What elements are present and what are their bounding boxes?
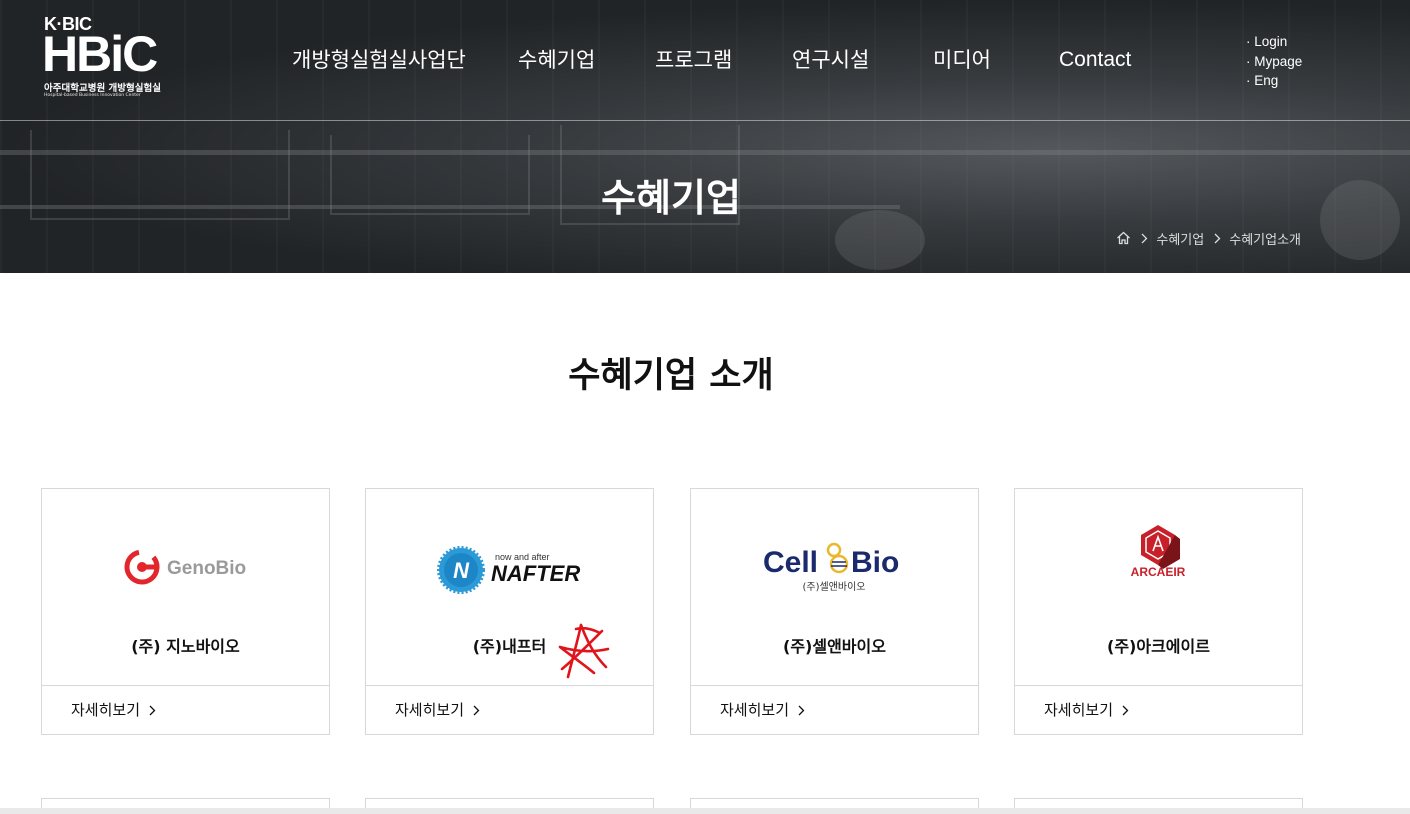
chevron-right-icon bbox=[798, 705, 805, 715]
home-icon[interactable] bbox=[1116, 231, 1131, 245]
company-card[interactable]: ARCAEIR (주)아크에이르 자세히보기 bbox=[1014, 488, 1303, 735]
login-link[interactable]: · Login bbox=[1246, 32, 1302, 52]
breadcrumb-item[interactable]: 수혜기업 bbox=[1156, 229, 1204, 248]
view-details-label: 자세히보기 bbox=[395, 701, 465, 719]
company-card[interactable]: N now and after NAFTER (주)내프터 자세히보기 bbox=[365, 488, 654, 735]
company-name: (주)셀앤바이오 bbox=[783, 637, 886, 656]
nav-item-open-lab[interactable]: 개방형실험실사업단 bbox=[292, 44, 466, 76]
cellbio-logo-left: Cell bbox=[763, 546, 818, 579]
chevron-right-icon bbox=[1122, 705, 1129, 715]
company-logo: ARCAEIR bbox=[1015, 489, 1302, 629]
cellbio-logo-sub: (주)셀앤바이오 bbox=[802, 581, 865, 593]
site-logo[interactable]: K·BIC HBiC 아주대학교병원 개방형실험실 Hospital-based… bbox=[42, 14, 174, 100]
utility-menu: · Login · Mypage · Eng bbox=[1246, 32, 1302, 91]
logo-subtitle-ko: 아주대학교병원 개방형실험실 bbox=[44, 83, 161, 94]
company-logo: GenoBio bbox=[42, 489, 329, 629]
card-divider bbox=[1015, 685, 1302, 686]
card-divider bbox=[691, 685, 978, 686]
card-divider bbox=[42, 685, 329, 686]
language-link[interactable]: · Eng bbox=[1246, 71, 1302, 91]
star-icon bbox=[554, 621, 614, 685]
view-details-link[interactable]: 자세히보기 bbox=[71, 699, 156, 721]
card-divider bbox=[366, 685, 653, 686]
hero-banner: K·BIC HBiC 아주대학교병원 개방형실험실 Hospital-based… bbox=[0, 0, 1410, 273]
genobio-logo-text: GenoBio bbox=[167, 558, 246, 579]
cellbio-logo-right: Bio bbox=[851, 546, 899, 579]
view-details-link[interactable]: 자세히보기 bbox=[720, 699, 805, 721]
header-divider bbox=[0, 120, 1410, 121]
nav-item-programs[interactable]: 프로그램 bbox=[655, 44, 732, 76]
company-logo: Cell Bio (주)셀앤바이오 bbox=[691, 489, 978, 629]
view-details-link[interactable]: 자세히보기 bbox=[1044, 699, 1129, 721]
company-logo: N now and after NAFTER bbox=[366, 489, 653, 629]
nav-item-media[interactable]: 미디어 bbox=[933, 44, 991, 76]
company-card[interactable]: GenoBio (주) 지노바이오 자세히보기 bbox=[41, 488, 330, 735]
view-details-link[interactable]: 자세히보기 bbox=[395, 699, 480, 721]
page-title: 수혜기업 bbox=[601, 176, 741, 220]
horizontal-scrollbar[interactable] bbox=[0, 808, 1410, 814]
company-name: (주)아크에이르 bbox=[1107, 637, 1210, 656]
arcaeir-logo-text: ARCAEIR bbox=[1131, 565, 1186, 579]
chevron-right-icon bbox=[473, 705, 480, 715]
logo-hbic: HBiC bbox=[42, 26, 158, 82]
breadcrumb: 수혜기업 수혜기업소개 bbox=[1116, 228, 1301, 248]
company-card[interactable]: Cell Bio (주)셀앤바이오 (주)셀앤바이오 자세히보기 bbox=[690, 488, 979, 735]
company-name: (주) 지노바이오 bbox=[131, 637, 240, 656]
nafter-logo-text: NAFTER bbox=[491, 561, 580, 586]
view-details-label: 자세히보기 bbox=[720, 701, 790, 719]
view-details-label: 자세히보기 bbox=[1044, 701, 1114, 719]
breadcrumb-item-current[interactable]: 수혜기업소개 bbox=[1229, 229, 1301, 248]
logo-subtitle-en: Hospital-based Business Innovation Cente… bbox=[44, 93, 141, 98]
mypage-link[interactable]: · Mypage bbox=[1246, 52, 1302, 72]
nav-item-contact[interactable]: Contact bbox=[1059, 44, 1131, 76]
chevron-right-icon bbox=[149, 705, 156, 715]
section-title: 수혜기업 소개 bbox=[568, 356, 774, 396]
chevron-right-icon bbox=[1214, 233, 1221, 244]
nav-item-companies[interactable]: 수혜기업 bbox=[518, 44, 595, 76]
nav-item-facilities[interactable]: 연구시설 bbox=[792, 44, 869, 76]
view-details-label: 자세히보기 bbox=[71, 701, 141, 719]
chevron-right-icon bbox=[1141, 233, 1148, 244]
svg-text:N: N bbox=[453, 558, 470, 583]
